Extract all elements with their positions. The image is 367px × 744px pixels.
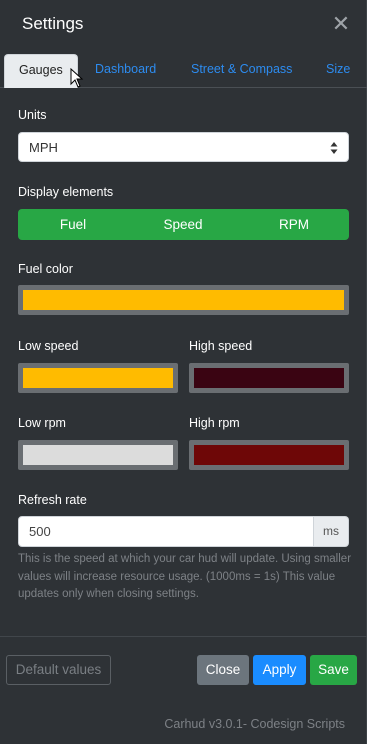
panel-title: Settings bbox=[22, 14, 84, 33]
select-arrows-icon bbox=[330, 142, 338, 154]
toggle-rpm[interactable]: RPM bbox=[239, 209, 349, 240]
toggle-speed[interactable]: Speed bbox=[128, 209, 238, 240]
high-speed-label: High speed bbox=[189, 339, 253, 353]
refresh-rate-input[interactable]: 500 bbox=[18, 516, 314, 547]
save-button[interactable]: Save bbox=[310, 655, 357, 685]
low-speed-color-picker[interactable] bbox=[18, 363, 178, 393]
high-speed-color-picker[interactable] bbox=[189, 363, 349, 393]
low-rpm-color-picker[interactable] bbox=[18, 440, 178, 470]
close-button[interactable]: Close bbox=[197, 655, 249, 685]
units-label: Units bbox=[18, 108, 47, 122]
settings-panel: Settings ✕ Gauges Dashboard Street & Com… bbox=[0, 0, 367, 744]
high-rpm-color-picker[interactable] bbox=[189, 440, 349, 470]
apply-button[interactable]: Apply bbox=[253, 655, 306, 685]
footer-divider bbox=[0, 636, 367, 637]
display-elements-toggle-group: Fuel Speed RPM bbox=[18, 209, 349, 240]
default-values-button[interactable]: Default values bbox=[6, 655, 111, 685]
low-speed-color-swatch bbox=[23, 368, 173, 388]
refresh-rate-help-text: This is the speed at which your car hud … bbox=[18, 553, 352, 600]
version-footer: Carhud v3.0.1- Codesign Scripts bbox=[164, 717, 345, 731]
tab-dashboard[interactable]: Dashboard bbox=[91, 54, 160, 88]
low-speed-label: Low speed bbox=[18, 339, 79, 353]
high-rpm-color-swatch bbox=[194, 445, 344, 465]
tab-street-compass[interactable]: Street & Compass bbox=[187, 54, 296, 88]
refresh-rate-label: Refresh rate bbox=[18, 493, 87, 507]
units-selected-value: MPH bbox=[29, 140, 58, 155]
toggle-fuel[interactable]: Fuel bbox=[18, 209, 128, 240]
display-elements-label: Display elements bbox=[18, 185, 114, 199]
tab-bar: Gauges Dashboard Street & Compass Size bbox=[0, 48, 367, 88]
close-icon[interactable]: ✕ bbox=[331, 13, 351, 35]
tab-gauges[interactable]: Gauges bbox=[4, 54, 78, 88]
refresh-rate-unit: ms bbox=[314, 516, 349, 547]
units-select[interactable]: MPH bbox=[18, 132, 349, 162]
fuel-color-swatch bbox=[23, 290, 344, 310]
low-rpm-color-swatch bbox=[23, 445, 173, 465]
high-rpm-label: High rpm bbox=[189, 416, 240, 430]
fuel-color-label: Fuel color bbox=[18, 262, 73, 276]
tab-size[interactable]: Size bbox=[322, 54, 354, 88]
refresh-rate-input-group: 500 ms bbox=[18, 516, 349, 547]
mouse-cursor-icon bbox=[70, 68, 84, 88]
low-rpm-label: Low rpm bbox=[18, 416, 66, 430]
fuel-color-picker[interactable] bbox=[18, 285, 349, 315]
panel-header: Settings ✕ bbox=[0, 0, 367, 48]
high-speed-color-swatch bbox=[194, 368, 344, 388]
